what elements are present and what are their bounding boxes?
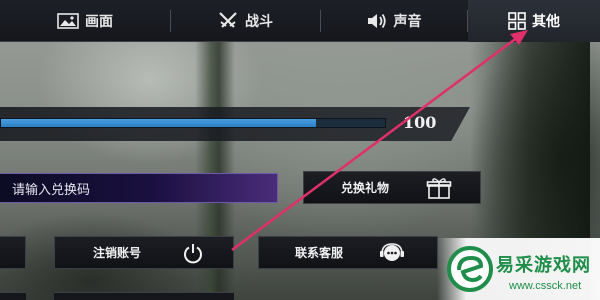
redeem-code-input[interactable]: 请输入兑换码 bbox=[0, 173, 278, 203]
slider-fill bbox=[1, 119, 316, 127]
redeem-code-placeholder: 请输入兑换码 bbox=[12, 182, 91, 198]
redeem-gift-label: 兑换礼物 bbox=[341, 181, 390, 195]
power-icon bbox=[181, 242, 205, 264]
tab-display[interactable]: 画面 bbox=[0, 0, 170, 42]
watermark-url: www.cssck.net bbox=[509, 280, 582, 292]
gift-icon bbox=[424, 177, 454, 199]
partial-button bbox=[0, 292, 26, 300]
redeem-gift-button[interactable]: 兑换礼物 bbox=[303, 171, 481, 204]
settings-tab-bar: 画面 战斗 声音 其他 bbox=[0, 0, 600, 42]
headset-icon bbox=[377, 242, 407, 264]
contact-support-label: 联系客服 bbox=[295, 246, 344, 260]
partial-button bbox=[54, 292, 234, 300]
tab-other-label: 其他 bbox=[532, 14, 560, 30]
volume-slider[interactable] bbox=[0, 118, 386, 128]
contact-support-button[interactable]: 联系客服 bbox=[258, 236, 438, 269]
watermark-logo bbox=[447, 246, 493, 292]
slider-value: 100 bbox=[403, 113, 437, 132]
tab-sound-label: 声音 bbox=[393, 14, 422, 30]
image-icon bbox=[57, 13, 79, 29]
tab-display-label: 画面 bbox=[85, 14, 113, 30]
watermark-title: 易采游戏网 bbox=[496, 255, 591, 276]
tab-battle[interactable]: 战斗 bbox=[171, 0, 319, 42]
speaker-icon bbox=[366, 12, 388, 30]
partial-button[interactable] bbox=[0, 236, 26, 269]
grid-icon bbox=[508, 12, 526, 30]
tab-sound[interactable]: 声音 bbox=[321, 0, 466, 42]
logout-account-label: 注销账号 bbox=[93, 246, 142, 260]
logout-account-button[interactable]: 注销账号 bbox=[54, 236, 234, 269]
tab-other[interactable]: 其他 bbox=[468, 0, 600, 42]
tab-battle-label: 战斗 bbox=[245, 14, 273, 30]
crossed-swords-icon bbox=[217, 11, 239, 31]
